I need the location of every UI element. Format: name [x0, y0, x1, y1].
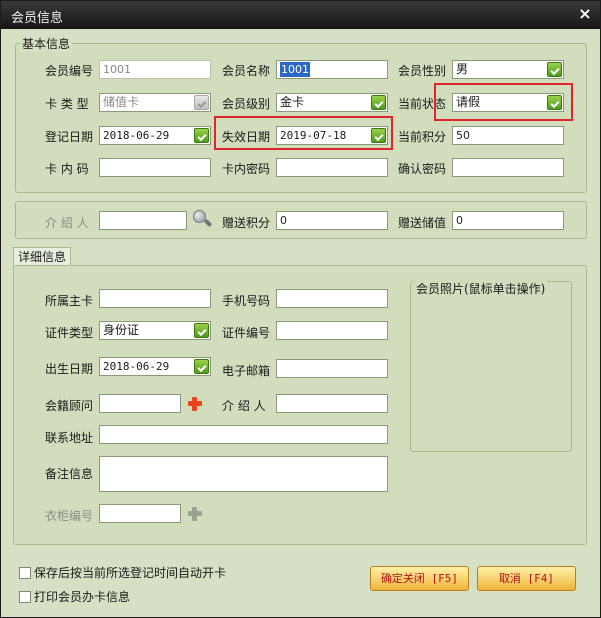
- level-select[interactable]: 金卡: [276, 93, 388, 112]
- auto-open-checkbox[interactable]: 保存后按当前所选登记时间自动开卡: [19, 564, 226, 581]
- tab-detail-info[interactable]: 详细信息: [13, 247, 71, 266]
- card-type-value: 储值卡: [103, 95, 140, 109]
- phone-label: 手机号码: [222, 294, 271, 308]
- id-type-label: 证件类型: [45, 326, 94, 340]
- points-label: 当前积分: [398, 130, 447, 144]
- expire-highlight-box: [214, 116, 393, 150]
- member-name-field[interactable]: 1001: [276, 60, 388, 79]
- status-highlight-box: [434, 83, 573, 121]
- primary-card-field[interactable]: [99, 289, 211, 308]
- gift-points-field[interactable]: 0: [276, 211, 388, 230]
- auto-open-label: 保存后按当前所选登记时间自动开卡: [34, 566, 227, 580]
- remarks-textarea[interactable]: [99, 456, 388, 492]
- member-name-label: 会员名称: [222, 64, 271, 78]
- card-pwd-field[interactable]: [276, 158, 388, 177]
- level-value: 金卡: [280, 95, 305, 109]
- email-label: 电子邮箱: [222, 364, 271, 378]
- gift-balance-label: 赠送储值: [398, 216, 447, 230]
- points-field[interactable]: 50: [452, 126, 564, 145]
- chevron-down-icon[interactable]: [194, 95, 209, 110]
- cancel-button[interactable]: 取消 [F4]: [477, 566, 576, 591]
- detail-referrer-label: 介 绍 人: [222, 399, 266, 413]
- member-no-field[interactable]: 1001: [99, 60, 211, 79]
- remarks-label: 备注信息: [45, 467, 94, 481]
- address-field[interactable]: [99, 425, 388, 444]
- member-photo-panel[interactable]: [410, 281, 572, 452]
- member-no-label: 会员编号: [45, 64, 94, 78]
- search-icon[interactable]: [191, 209, 213, 231]
- reg-date-value: 2018-06-29: [103, 129, 170, 142]
- print-card-checkbox[interactable]: 打印会员办卡信息: [19, 588, 130, 605]
- gender-value: 男: [456, 62, 469, 76]
- id-type-value: 身份证: [103, 323, 140, 337]
- confirm-close-button[interactable]: 确定关闭 [F5]: [370, 566, 469, 591]
- confirm-pwd-field[interactable]: [452, 158, 564, 177]
- advisor-label: 会籍顾问: [45, 399, 94, 413]
- member-info-dialog: 会员信息 × 基本信息 会员编号 1001 会员名称 1001 会员性别 男 卡…: [0, 0, 601, 618]
- advisor-field[interactable]: [99, 394, 181, 413]
- chevron-down-icon[interactable]: [547, 62, 562, 77]
- chevron-down-icon[interactable]: [194, 323, 209, 338]
- checkbox-box[interactable]: [19, 590, 31, 603]
- card-code-label: 卡 内 码: [45, 162, 89, 176]
- window-title: 会员信息: [11, 11, 64, 26]
- gender-label: 会员性别: [398, 64, 447, 78]
- id-no-field[interactable]: [276, 321, 388, 340]
- birth-date-value: 2018-06-29: [103, 360, 170, 373]
- member-photo-label: 会员照片(鼠标单击操作): [414, 280, 548, 297]
- checkbox-box[interactable]: [19, 566, 31, 579]
- chevron-down-icon[interactable]: [194, 359, 209, 374]
- locker-field[interactable]: [99, 504, 181, 523]
- primary-card-label: 所属主卡: [45, 294, 94, 308]
- reg-date-picker[interactable]: 2018-06-29: [99, 126, 211, 145]
- title-bar: 会员信息 ×: [1, 1, 600, 29]
- chevron-down-icon[interactable]: [194, 128, 209, 143]
- detail-referrer-field[interactable]: [276, 394, 388, 413]
- card-code-field[interactable]: [99, 158, 211, 177]
- birth-date-picker[interactable]: 2018-06-29: [99, 357, 211, 376]
- address-label: 联系地址: [45, 431, 94, 445]
- add-advisor-icon[interactable]: [185, 394, 205, 414]
- gender-select[interactable]: 男: [452, 60, 564, 79]
- phone-field[interactable]: [276, 289, 388, 308]
- card-type-label: 卡 类 型: [45, 97, 89, 111]
- referrer-label: 介 绍 人: [45, 216, 89, 230]
- locker-label: 衣柜编号: [45, 509, 94, 523]
- member-name-value: 1001: [280, 62, 310, 77]
- referrer-field[interactable]: [99, 211, 187, 230]
- id-type-select[interactable]: 身份证: [99, 321, 211, 340]
- add-locker-icon[interactable]: [185, 504, 205, 524]
- basic-info-legend: 基本信息: [20, 35, 73, 52]
- gift-balance-field[interactable]: 0: [452, 211, 564, 230]
- email-field[interactable]: [276, 359, 388, 378]
- confirm-pwd-label: 确认密码: [398, 162, 447, 176]
- reg-date-label: 登记日期: [45, 130, 94, 144]
- close-icon[interactable]: ×: [576, 5, 594, 23]
- card-type-select[interactable]: 储值卡: [99, 93, 211, 112]
- card-pwd-label: 卡内密码: [222, 162, 271, 176]
- chevron-down-icon[interactable]: [371, 95, 386, 110]
- level-label: 会员级别: [222, 97, 271, 111]
- id-no-label: 证件编号: [222, 326, 271, 340]
- print-card-label: 打印会员办卡信息: [34, 590, 131, 604]
- gift-points-label: 赠送积分: [222, 216, 271, 230]
- birth-date-label: 出生日期: [45, 362, 94, 376]
